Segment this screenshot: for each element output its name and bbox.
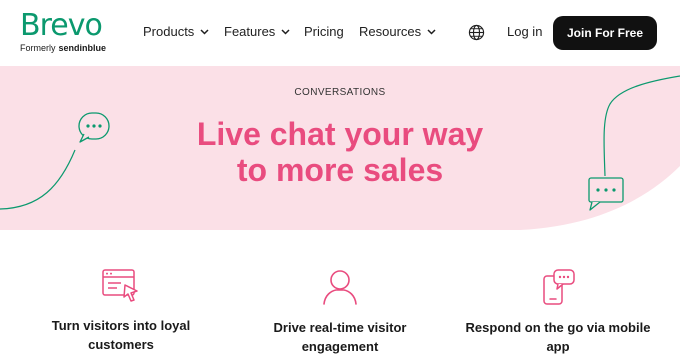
hero-title-line-1: Live chat your way bbox=[196, 116, 484, 152]
feature-line-1: Drive real-time visitor bbox=[273, 320, 407, 335]
mobile-chat-icon bbox=[543, 269, 575, 305]
chevron-down-icon bbox=[281, 28, 290, 35]
feature-line-2: app bbox=[546, 339, 570, 354]
join-for-free-button[interactable]: Join For Free bbox=[553, 16, 657, 50]
nav-item-label: Features bbox=[224, 24, 276, 39]
globe-icon[interactable] bbox=[468, 24, 485, 41]
nav-item-products[interactable]: Products bbox=[143, 24, 209, 39]
feature-line-2: engagement bbox=[301, 339, 379, 354]
nav-item-pricing[interactable]: Pricing bbox=[304, 24, 344, 39]
hero-eyebrow: CONVERSATIONS bbox=[294, 87, 386, 98]
feature-visitors: Turn visitors into loyal customers bbox=[21, 230, 221, 354]
brevo-logo[interactable]: Brevo Formerly sendinblue bbox=[20, 8, 106, 54]
chevron-down-icon bbox=[427, 28, 436, 35]
formerly-prefix: Formerly bbox=[20, 43, 56, 53]
person-icon bbox=[323, 270, 357, 305]
feature-text: Turn visitors into loyal customers bbox=[21, 316, 221, 354]
browser-cursor-icon bbox=[102, 269, 138, 302]
logo-wordmark: Brevo bbox=[20, 8, 103, 43]
feature-mobile-app: Respond on the go via mobile app bbox=[458, 230, 658, 356]
feature-line-1: Turn visitors into loyal bbox=[51, 318, 191, 333]
hero-title: Live chat your way to more sales bbox=[0, 116, 680, 188]
logo-formerly-tagline: Formerly sendinblue bbox=[20, 43, 106, 53]
feature-line-2: customers bbox=[88, 337, 154, 352]
site-header: Brevo Formerly sendinblue Products Featur… bbox=[0, 0, 680, 66]
formerly-brand: sendinblue bbox=[58, 43, 107, 53]
features-section: Turn visitors into loyal customers Drive … bbox=[0, 230, 680, 361]
nav-item-resources[interactable]: Resources bbox=[359, 24, 436, 39]
nav-item-label: Resources bbox=[359, 24, 422, 39]
nav-item-label: Pricing bbox=[304, 24, 344, 39]
nav-item-label: Products bbox=[143, 24, 195, 39]
hero-section: CONVERSATIONS Live chat your way to more… bbox=[0, 66, 680, 230]
login-link[interactable]: Log in bbox=[507, 24, 542, 39]
hero-title-line-2: to more sales bbox=[236, 152, 444, 188]
feature-line-1: Respond on the go via mobile bbox=[465, 320, 651, 335]
feature-text: Drive real-time visitor engagement bbox=[240, 318, 440, 356]
chevron-down-icon bbox=[200, 28, 209, 35]
nav-item-features[interactable]: Features bbox=[224, 24, 290, 39]
feature-engagement: Drive real-time visitor engagement bbox=[240, 230, 440, 356]
feature-text: Respond on the go via mobile app bbox=[458, 318, 658, 356]
